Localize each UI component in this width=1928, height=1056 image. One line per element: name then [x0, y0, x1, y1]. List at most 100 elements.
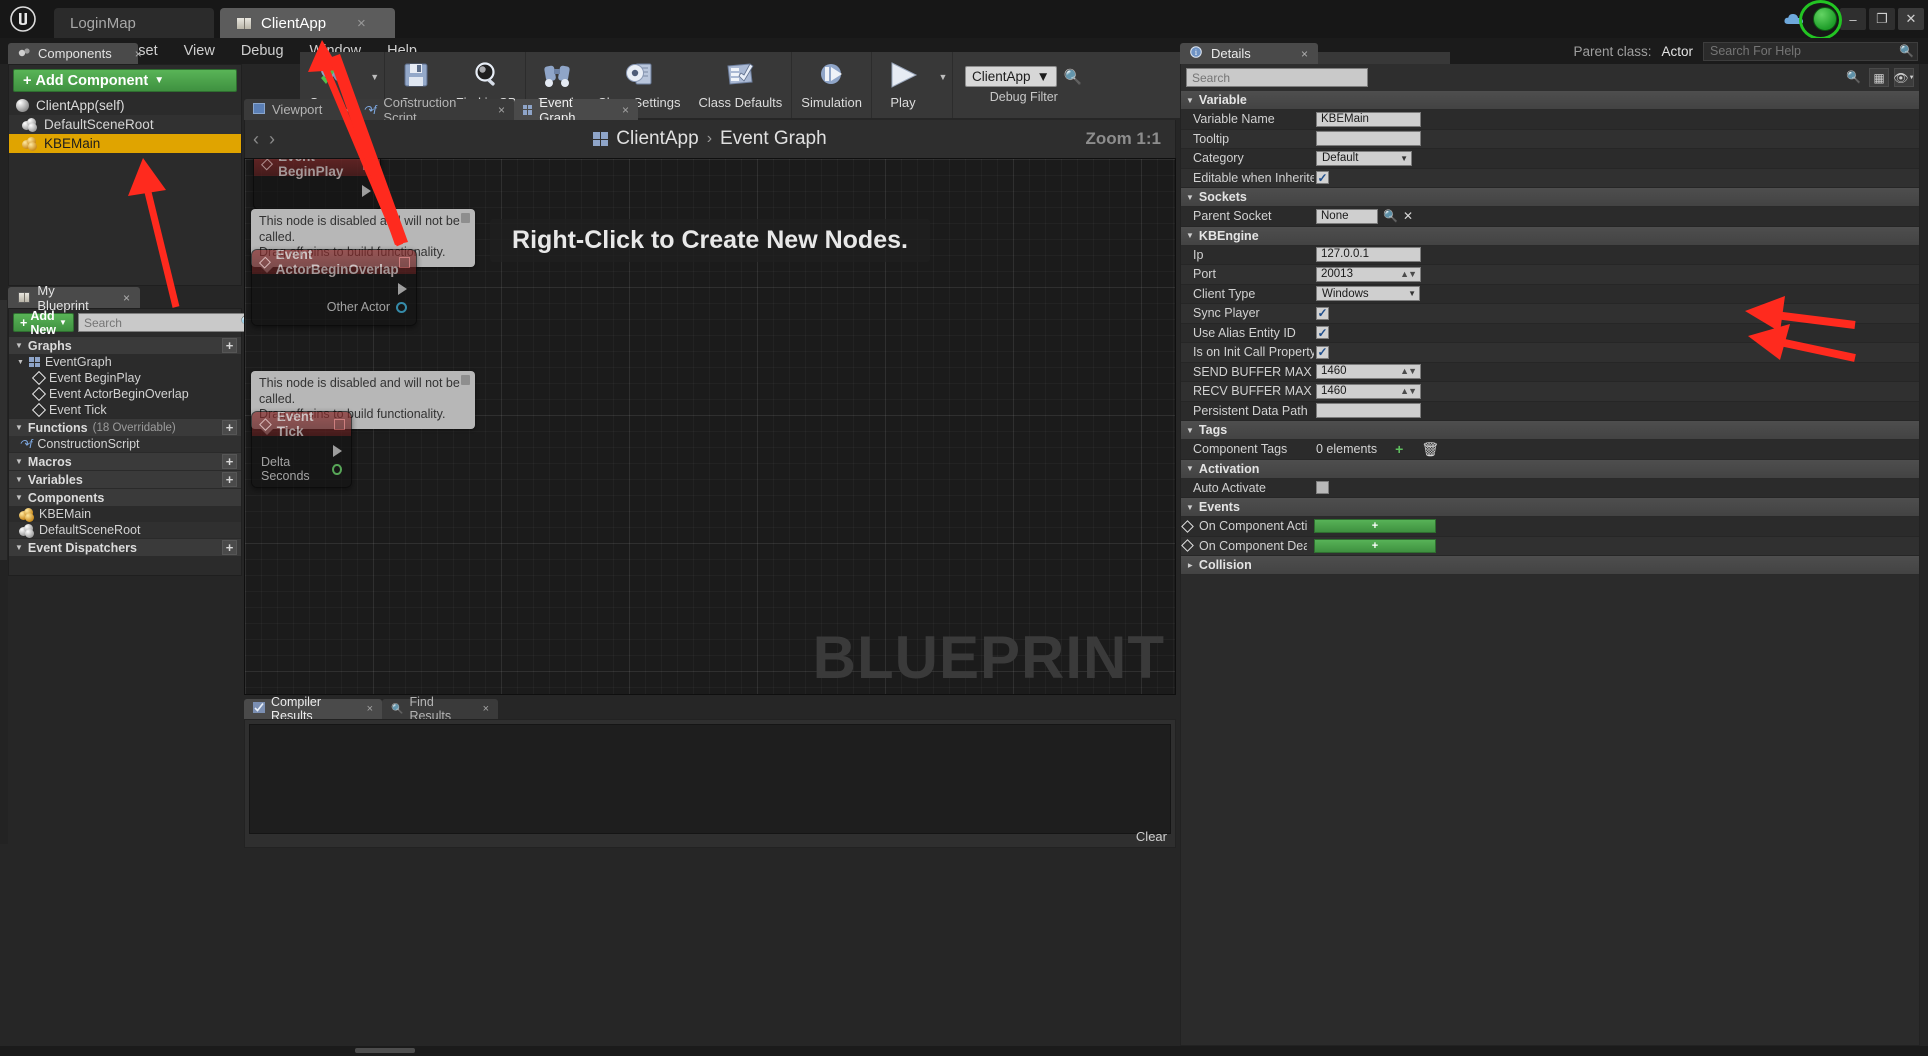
details-section-activation[interactable]: ▼ Activation [1181, 459, 1919, 479]
add-component-button[interactable]: + Add Component ▼ [13, 69, 237, 92]
recv-buffer-max-input[interactable]: 1460 ▲▼ [1316, 383, 1421, 399]
pin-exec-out[interactable] [261, 280, 407, 298]
tree-item-eventgraph[interactable]: ▼ EventGraph [9, 354, 241, 370]
tree-item-constructionscript[interactable]: ↷f ConstructionScript [9, 436, 241, 452]
add-on-component-deactivated-event-button[interactable]: + [1314, 538, 1436, 553]
tab-construction-script[interactable]: ↷f Construction Script × [354, 95, 514, 125]
node-event-beginplay[interactable]: Event BeginPlay [253, 159, 381, 210]
category-combo[interactable]: Default ▼ [1316, 150, 1412, 166]
tree-item-defaultsceneroot[interactable]: DefaultSceneRoot [9, 522, 241, 538]
is-on-init-call-propertys-set-methods-checkbox[interactable]: ✓ [1316, 345, 1329, 359]
section-functions[interactable]: ▼ Functions (18 Overridable) + [9, 418, 241, 436]
clear-button[interactable]: Clear [1136, 829, 1167, 844]
add-event-dispatcher-button[interactable]: + [222, 540, 237, 555]
client-type-combo[interactable]: Windows ▼ [1316, 286, 1420, 302]
add-on-component-activated-event-button[interactable]: + [1314, 519, 1436, 534]
sync-player-checkbox[interactable]: ✓ [1316, 306, 1329, 320]
add-tag-button[interactable]: + [1395, 441, 1403, 457]
details-section-collision[interactable]: ▼ Collision [1181, 556, 1919, 575]
tab-event-graph-close-icon[interactable]: × [622, 103, 629, 117]
add-new-button[interactable]: + Add New ▼ [13, 309, 74, 337]
window-minimize-button[interactable]: – [1840, 8, 1866, 30]
tab-compiler-results-close-icon[interactable]: × [367, 703, 373, 715]
tree-item-event-tick[interactable]: Event Tick [9, 402, 241, 418]
persistent-data-path-input[interactable] [1316, 403, 1421, 419]
horizontal-scrollbar[interactable] [355, 1048, 415, 1053]
spinner-icon[interactable]: ▲▼ [1400, 365, 1417, 378]
my-blueprint-search-input[interactable] [77, 313, 258, 332]
add-variable-button[interactable]: + [222, 472, 237, 487]
editable-when-inherited-checkbox[interactable]: ✓ [1316, 171, 1329, 185]
details-section-variable[interactable]: ▼ Variable [1181, 91, 1919, 110]
cloud-sync-icon[interactable] [1781, 9, 1807, 29]
status-indicator-green[interactable] [1813, 7, 1837, 31]
blueprint-graph-canvas[interactable]: Right-Click to Create New Nodes. BLUEPRI… [244, 158, 1176, 695]
pin-delta-seconds[interactable]: Delta Seconds [261, 455, 342, 483]
tab-compiler-results[interactable]: Compiler Results × [244, 695, 382, 723]
tab-components[interactable]: Components × [8, 43, 142, 64]
parent-socket-value[interactable]: None [1316, 208, 1378, 224]
tab-find-results-close-icon[interactable]: × [483, 703, 489, 715]
node-event-tick[interactable]: Event Tick Delta Seconds [251, 411, 352, 488]
row-label: Tooltip [1193, 131, 1230, 146]
port-input[interactable]: 20013 ▲▼ [1316, 266, 1421, 282]
tab-details-close-icon[interactable]: × [1301, 47, 1308, 61]
window-maximize-button[interactable]: ❐ [1869, 8, 1895, 30]
nav-back-icon[interactable]: ‹ [253, 129, 259, 150]
ip-input[interactable]: 127.0.0.1 [1316, 247, 1421, 263]
tab-event-graph[interactable]: Event Graph × [514, 95, 638, 125]
pin-exec-out[interactable] [263, 182, 371, 200]
tooltip-input[interactable] [1316, 131, 1421, 147]
details-section-kbengine[interactable]: ▼ KBEngine [1181, 226, 1919, 246]
tab-details[interactable]: i Details × [1180, 43, 1318, 64]
grid-view-icon[interactable]: ▦ [1869, 68, 1889, 87]
tab-find-results[interactable]: 🔍 Find Results × [382, 695, 498, 723]
spinner-icon[interactable]: ▲▼ [1400, 268, 1417, 281]
node-event-actorbeginoverlap[interactable]: Event ActorBeginOverlap Other Actor [251, 249, 417, 326]
details-section-events[interactable]: ▼ Events [1181, 498, 1919, 517]
component-row-clientapp-self[interactable]: ClientApp(self) [9, 96, 241, 115]
details-section-tags[interactable]: ▼ Tags [1181, 421, 1919, 440]
add-macro-button[interactable]: + [222, 454, 237, 469]
component-row-defaultsceneroot[interactable]: DefaultSceneRoot [9, 115, 241, 134]
pin-other-actor[interactable]: Other Actor [261, 298, 407, 316]
tab-construction-script-close-icon[interactable]: × [498, 103, 505, 117]
nav-forward-icon[interactable]: › [269, 129, 275, 150]
tab-viewport[interactable]: Viewport × [244, 99, 354, 120]
tab-my-blueprint[interactable]: My Blueprint × [8, 283, 140, 313]
section-variables[interactable]: ▼ Variables + [9, 470, 241, 488]
tab-components-close-icon[interactable]: × [135, 47, 142, 61]
variable-name-input[interactable]: KBEMain [1316, 111, 1421, 127]
spinner-icon[interactable]: ▲▼ [1400, 385, 1417, 398]
eye-icon[interactable]: 👁▼ [1893, 68, 1915, 87]
section-event-dispatchers[interactable]: ▼ Event Dispatchers + [9, 538, 241, 556]
details-section-sockets[interactable]: ▼ Sockets [1181, 188, 1919, 207]
delete-tags-icon[interactable]: 🗑 [1421, 441, 1439, 458]
section-components[interactable]: ▼ Components [9, 488, 241, 506]
window-close-button[interactable]: ✕ [1898, 8, 1924, 30]
add-function-button[interactable]: + [222, 420, 237, 435]
tab-my-blueprint-close-icon[interactable]: × [123, 291, 130, 305]
section-macros[interactable]: ▼ Macros + [9, 452, 241, 470]
send-buffer-max-input[interactable]: 1460 ▲▼ [1316, 364, 1421, 380]
tree-item-event-beginplay[interactable]: Event BeginPlay [9, 370, 241, 386]
tab-clientapp[interactable]: ClientApp × [220, 8, 395, 38]
add-graph-button[interactable]: + [222, 338, 237, 353]
component-row-kbemain[interactable]: KBEMain [9, 134, 241, 153]
debug-filter-search-icon[interactable]: 🔍 [1064, 68, 1083, 86]
left-collapsed-panel-strip[interactable] [0, 300, 7, 560]
breadcrumb-root[interactable]: ClientApp [616, 128, 698, 150]
node-disabled-indicator-icon [399, 256, 410, 268]
tab-clientapp-close-icon[interactable]: × [357, 16, 366, 31]
tab-loginmap[interactable]: LoginMap [54, 8, 214, 38]
details-search-input[interactable] [1186, 68, 1368, 87]
tab-viewport-close-icon[interactable]: × [343, 103, 350, 117]
tree-item-kbemain[interactable]: KBEMain [9, 506, 241, 522]
socket-clear-icon[interactable]: ✕ [1403, 209, 1413, 223]
section-graphs[interactable]: ▼ Graphs + [9, 336, 241, 354]
debug-filter-combo[interactable]: ClientApp ▼ [965, 66, 1057, 87]
tree-item-event-actorbeginoverlap[interactable]: Event ActorBeginOverlap [9, 386, 241, 402]
use-alias-entity-id-checkbox[interactable]: ✓ [1316, 326, 1329, 340]
auto-activate-checkbox[interactable]: ✓ [1316, 481, 1329, 495]
socket-search-icon[interactable]: 🔍 [1383, 209, 1398, 223]
